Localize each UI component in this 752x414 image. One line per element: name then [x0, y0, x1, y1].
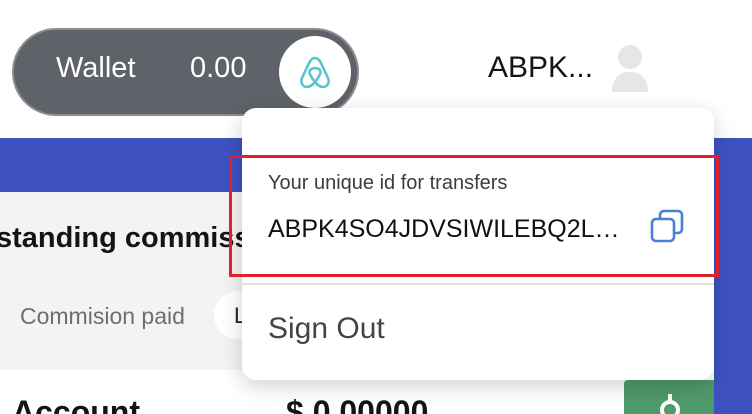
wallet-pill[interactable]: Wallet 0.00 — [12, 28, 359, 116]
dollar-icon — [650, 390, 690, 414]
wallet-label: Wallet — [56, 52, 136, 84]
unique-id-highlight — [229, 155, 719, 277]
account-amount: $ 0.00000 — [286, 394, 429, 414]
commission-paid-label: Commision paid — [20, 303, 185, 329]
banner-right-edge — [714, 138, 752, 414]
user-name[interactable]: ABPK... — [488, 51, 593, 85]
wallet-balance: 0.00 — [190, 52, 247, 84]
user-avatar-icon[interactable] — [608, 42, 652, 94]
account-label: Account — [12, 394, 140, 414]
sign-out-button[interactable]: Sign Out — [268, 312, 385, 346]
card-title: standing commiss — [0, 222, 251, 254]
airbnb-logo-icon[interactable] — [279, 36, 351, 108]
dropdown-divider — [242, 283, 714, 285]
